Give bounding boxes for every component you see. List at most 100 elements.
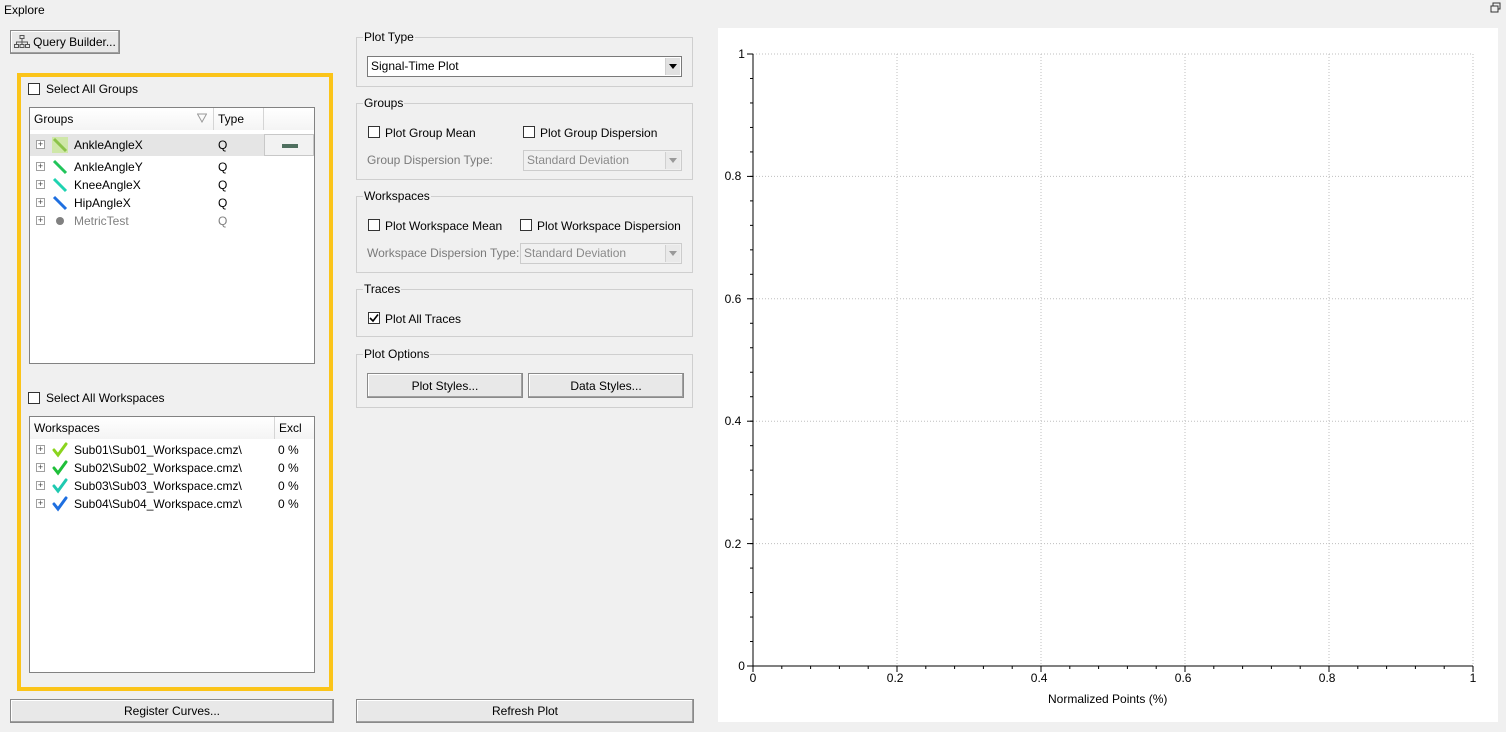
plot-all-traces-label: Plot All Traces — [385, 312, 462, 326]
y-tick-label: 0.8 — [724, 169, 742, 184]
groups-column-header[interactable]: Groups — [30, 108, 214, 130]
group-type: Q — [218, 160, 228, 174]
plot-options-box: Plot Options Plot Styles... Data Styles.… — [356, 347, 693, 408]
window-title: Explore — [4, 3, 45, 17]
refresh-plot-button[interactable]: Refresh Plot — [356, 699, 694, 723]
x-tick-label: 0 — [749, 671, 757, 685]
group-name: HipAngleX — [74, 196, 131, 210]
group-name: MetricTest — [74, 214, 129, 228]
plot-type-select[interactable]: Signal-Time Plot — [367, 56, 682, 77]
workspace-name: Sub04\Sub04_Workspace.cmz\ — [74, 497, 242, 511]
plot-all-traces-checkbox[interactable] — [368, 312, 380, 324]
group-name: KneeAngleX — [74, 178, 141, 192]
traces-box-title: Traces — [363, 282, 402, 296]
check-icon — [52, 460, 68, 476]
expand-icon[interactable]: + — [36, 180, 45, 189]
color-column-header[interactable] — [264, 108, 314, 130]
groups-options-box: Groups Plot Group Mean Plot Group Disper… — [356, 96, 693, 180]
expand-icon[interactable]: + — [36, 463, 45, 472]
expand-icon[interactable]: + — [36, 445, 45, 454]
group-dispersion-type-select[interactable]: Standard Deviation — [523, 150, 682, 171]
workspaces-options-box: Workspaces Plot Workspace Mean Plot Work… — [356, 189, 693, 273]
excl-column-label: Excl — [279, 421, 302, 435]
plot-workspace-dispersion-checkbox[interactable] — [520, 219, 532, 231]
plot-styles-button[interactable]: Plot Styles... — [367, 373, 523, 398]
plot-type-box: Plot Type Signal-Time Plot — [356, 30, 693, 87]
x-tick-label: 0.2 — [886, 671, 904, 685]
workspace-row-sub04[interactable]: + Sub04\Sub04_Workspace.cmz\ 0 % — [30, 495, 314, 513]
group-row-metrictest[interactable]: + MetricTest Q — [30, 212, 314, 230]
dropdown-arrow-icon[interactable] — [665, 245, 680, 262]
excl-column-header[interactable]: Excl — [275, 417, 314, 439]
workspace-dispersion-type-value: Standard Deviation — [524, 246, 627, 260]
groups-box-title: Groups — [363, 96, 405, 110]
register-curves-label: Register Curves... — [123, 704, 221, 718]
workspace-name: Sub03\Sub03_Workspace.cmz\ — [74, 479, 242, 493]
expand-icon[interactable]: + — [36, 162, 45, 171]
dropdown-arrow-icon[interactable] — [665, 152, 680, 169]
expand-icon[interactable]: + — [36, 481, 45, 490]
workspaces-column-header[interactable]: Workspaces — [30, 417, 275, 439]
group-row-kneeanglex[interactable]: + KneeAngleX Q — [30, 176, 314, 194]
dropdown-arrow-icon[interactable] — [665, 58, 680, 75]
plot-workspace-dispersion-label: Plot Workspace Dispersion — [537, 219, 681, 233]
check-icon — [52, 442, 68, 458]
data-styles-label: Data Styles... — [570, 378, 642, 393]
y-tick-label: 1 — [738, 47, 745, 61]
data-styles-button[interactable]: Data Styles... — [528, 373, 684, 398]
line-style-icon — [52, 159, 68, 175]
group-type: Q — [218, 196, 228, 210]
groups-tree[interactable]: Groups Type + AnkleAngleX Q + AnkleAngle… — [29, 107, 315, 364]
workspace-dispersion-type-select[interactable]: Standard Deviation — [520, 243, 682, 264]
expand-icon[interactable]: + — [36, 499, 45, 508]
type-column-label: Type — [218, 112, 245, 126]
metric-dot-icon — [56, 217, 64, 225]
workspace-excl: 0 % — [278, 479, 299, 493]
workspace-row-sub03[interactable]: + Sub03\Sub03_Workspace.cmz\ 0 % — [30, 477, 314, 495]
type-column-header[interactable]: Type — [214, 108, 264, 130]
expand-icon[interactable]: + — [36, 140, 45, 149]
query-builder-label: Query Builder... — [33, 35, 116, 49]
x-axis-title: Normalized Points (%) — [1048, 692, 1168, 706]
workspace-row-sub01[interactable]: + Sub01\Sub01_Workspace.cmz\ 0 % — [30, 441, 314, 459]
expand-icon[interactable]: + — [36, 198, 45, 207]
groups-column-label: Groups — [34, 112, 74, 126]
workspace-row-sub02[interactable]: + Sub02\Sub02_Workspace.cmz\ 0 % — [30, 459, 314, 477]
y-tick-label: 0.6 — [724, 291, 742, 306]
x-tick-label: 1 — [1469, 671, 1477, 685]
sort-indicator-icon — [197, 113, 207, 123]
select-all-workspaces-checkbox[interactable] — [28, 392, 40, 404]
plot-workspace-mean-label: Plot Workspace Mean — [385, 219, 503, 233]
hierarchy-icon — [14, 35, 31, 48]
y-tick-label: 0.4 — [724, 414, 742, 429]
workspace-name: Sub01\Sub01_Workspace.cmz\ — [74, 443, 242, 457]
traces-box: Traces Plot All Traces — [356, 282, 693, 337]
group-type: Q — [218, 138, 228, 152]
plot-group-mean-checkbox[interactable] — [368, 126, 380, 138]
register-curves-button[interactable]: Register Curves... — [10, 699, 334, 723]
workspaces-tree-header: Workspaces Excl — [30, 417, 314, 439]
restore-window-icon[interactable] — [1490, 2, 1502, 14]
group-type: Q — [218, 178, 228, 192]
workspaces-tree[interactable]: Workspaces Excl + Sub01\Sub01_Workspace.… — [29, 416, 315, 673]
y-tick-label: 0.2 — [724, 536, 742, 551]
color-swatch-cell[interactable] — [264, 134, 314, 156]
group-row-ankleangley[interactable]: + AnkleAngleY Q — [30, 158, 314, 176]
plot-area[interactable]: Normalized Points (%) 0 0.2 0.4 0.6 0.8 1 0 0.2… — [718, 28, 1498, 722]
group-name: AnkleAngleY — [74, 160, 143, 174]
plot-type-value: Signal-Time Plot — [371, 59, 459, 73]
query-builder-button[interactable]: Query Builder... — [10, 30, 120, 54]
plot-options-box-title: Plot Options — [363, 347, 431, 361]
checkmark-icon — [369, 314, 379, 323]
workspaces-column-label: Workspaces — [34, 421, 100, 435]
plot-group-dispersion-checkbox[interactable] — [523, 126, 535, 138]
select-all-groups-checkbox[interactable] — [28, 83, 40, 95]
workspace-dispersion-type-label: Workspace Dispersion Type: — [367, 246, 520, 260]
select-all-workspaces-label: Select All Workspaces — [46, 391, 165, 405]
group-row-ankleanglex[interactable]: + AnkleAngleX Q — [30, 134, 314, 156]
expand-icon[interactable]: + — [36, 216, 45, 225]
line-color-swatch — [282, 144, 298, 148]
signal-time-chart[interactable] — [718, 28, 1498, 722]
plot-workspace-mean-checkbox[interactable] — [368, 219, 380, 231]
group-row-hipanglex[interactable]: + HipAngleX Q — [30, 194, 314, 212]
